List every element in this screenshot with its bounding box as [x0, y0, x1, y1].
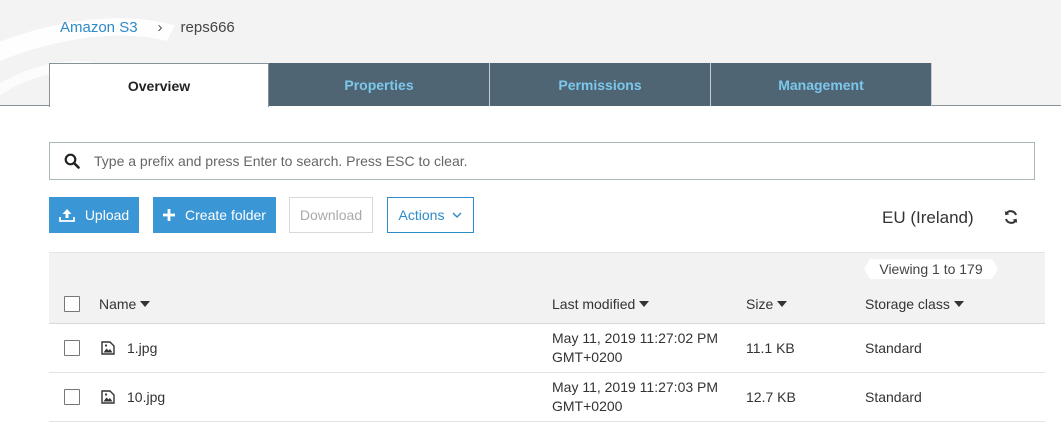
actions-dropdown-label: Actions — [398, 207, 445, 223]
column-header-storage-label: Storage class — [865, 295, 950, 312]
breadcrumb-current: reps666 — [180, 18, 235, 36]
table-row[interactable]: 10.jpg May 11, 2019 11:27:03 PM GMT+0200… — [49, 373, 1045, 422]
breadcrumb: Amazon S3 › reps666 — [60, 18, 235, 36]
download-button-label: Download — [299, 207, 363, 223]
select-all-checkbox[interactable] — [64, 295, 80, 312]
download-button[interactable]: Download — [289, 197, 373, 233]
search-icon — [50, 153, 94, 169]
column-header-storage[interactable]: Storage class — [865, 284, 964, 323]
sort-caret-icon — [140, 300, 151, 307]
table-header: Name Last modified Size Storage class — [49, 284, 1045, 324]
tab-overview[interactable]: Overview — [49, 63, 269, 107]
size-cell: 12.7 KB — [746, 389, 796, 405]
create-folder-button[interactable]: Create folder — [153, 197, 276, 233]
column-header-name[interactable]: Name — [99, 284, 151, 323]
last-modified-cell: May 11, 2019 11:27:03 PM GMT+0200 — [552, 373, 718, 421]
size-cell: 11.1 KB — [746, 340, 795, 356]
sort-caret-icon — [953, 300, 964, 307]
actions-dropdown[interactable]: Actions — [387, 197, 474, 233]
chevron-right-icon: › — [157, 18, 163, 36]
tab-properties[interactable]: Properties — [269, 63, 490, 106]
row-select-cell — [64, 373, 80, 421]
file-name-link[interactable]: 10.jpg — [127, 389, 165, 405]
last-modified-tz: GMT+0200 — [552, 398, 623, 414]
column-header-modified-label: Last modified — [552, 295, 636, 312]
column-header-name-label: Name — [99, 295, 137, 312]
file-name-link[interactable]: 1.jpg — [127, 340, 157, 356]
select-all-cell — [64, 284, 80, 323]
last-modified-date: May 11, 2019 11:27:02 PM — [552, 330, 719, 346]
row-checkbox[interactable] — [64, 340, 80, 356]
sort-caret-icon — [777, 300, 788, 307]
row-checkbox[interactable] — [64, 389, 80, 405]
last-modified-cell: May 11, 2019 11:27:02 PM GMT+0200 — [552, 324, 718, 372]
region-label: EU (Ireland) — [882, 208, 974, 227]
file-name-cell: 10.jpg — [101, 373, 165, 421]
column-header-size[interactable]: Size — [746, 284, 788, 323]
search-box — [49, 142, 1035, 180]
tab-permissions[interactable]: Permissions — [490, 63, 711, 106]
row-select-cell — [64, 324, 80, 372]
image-file-icon — [101, 390, 115, 404]
file-name-cell: 1.jpg — [101, 324, 157, 372]
upload-icon — [58, 208, 75, 222]
column-header-modified[interactable]: Last modified — [552, 284, 650, 323]
refresh-icon[interactable] — [1003, 209, 1019, 228]
create-folder-button-label: Create folder — [185, 207, 266, 223]
last-modified-date: May 11, 2019 11:27:03 PM — [552, 379, 719, 395]
tab-management[interactable]: Management — [711, 63, 932, 106]
breadcrumb-root-link[interactable]: Amazon S3 — [60, 19, 138, 36]
chevron-down-icon — [452, 212, 462, 219]
storage-class-cell: Standard — [865, 340, 922, 356]
image-file-icon — [101, 341, 115, 355]
sort-caret-icon — [639, 300, 650, 307]
plus-icon — [163, 209, 176, 221]
search-input[interactable] — [94, 144, 1034, 178]
tab-bar: Overview Properties Permissions Manageme… — [49, 63, 932, 107]
storage-class-cell: Standard — [865, 389, 922, 405]
upload-button[interactable]: Upload — [49, 197, 139, 233]
last-modified-tz: GMT+0200 — [552, 349, 623, 365]
column-header-size-label: Size — [746, 295, 774, 312]
upload-button-label: Upload — [84, 207, 130, 223]
pagination-viewing: Viewing 1 to 179 — [864, 259, 998, 279]
table-row[interactable]: 1.jpg May 11, 2019 11:27:02 PM GMT+0200 … — [49, 324, 1045, 373]
pagination-bar: Viewing 1 to 179 — [49, 252, 1045, 284]
